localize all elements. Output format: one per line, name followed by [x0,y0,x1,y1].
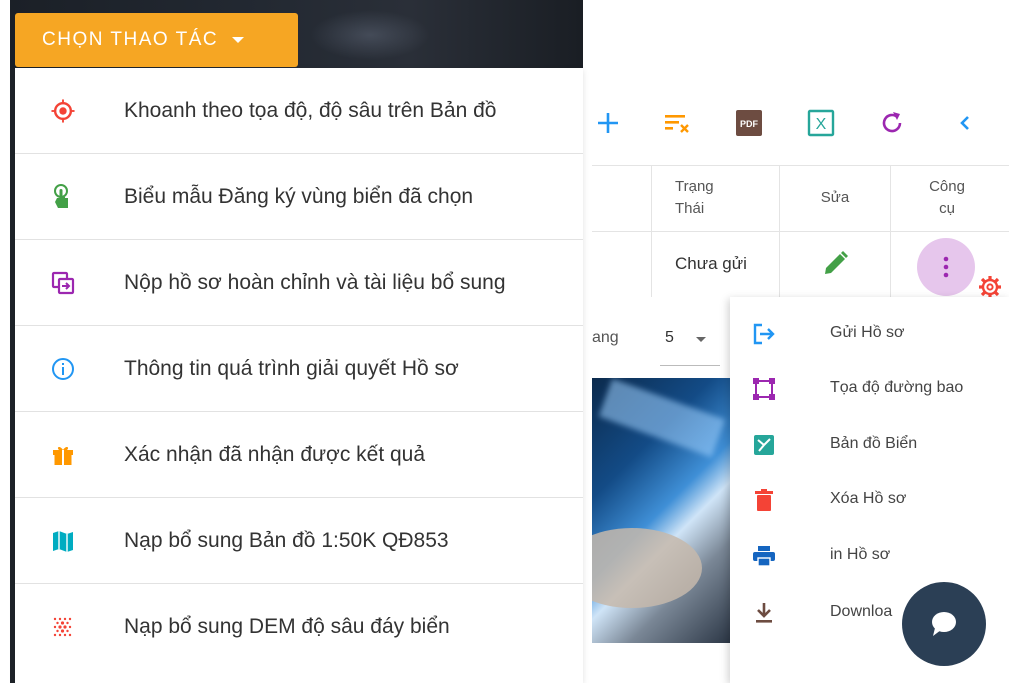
menu-item-process-info[interactable]: Thông tin quá trình giải quyết Hồ sơ [15,326,583,412]
column-header-edit[interactable]: Sửa [805,187,865,209]
menu-item-label: Xóa Hồ sơ [830,490,907,507]
menu-item-load-dem[interactable]: Nạp bổ sung DEM độ sâu đáy biển [15,584,583,670]
menu-item-boundary-coordinates[interactable]: Tọa độ đường bao [730,369,1009,409]
refresh-icon[interactable] [876,107,908,139]
sea-map-icon [752,433,776,457]
menu-item-label: Gửi Hồ sơ [830,324,905,341]
chevron-left-icon[interactable] [949,107,981,139]
menu-item-label: Biểu mẫu Đăng ký vùng biển đã chọn [124,184,474,208]
menu-item-label: Xác nhận đã nhận được kết quả [124,442,426,466]
chat-bubble-icon [932,612,956,636]
menu-item-delete-dossier[interactable]: Xóa Hồ sơ [730,480,1009,520]
choose-action-label: CHỌN THAO TÁC [42,29,219,50]
left-panel: CHỌN THAO TÁC Khoanh theo tọa độ, độ sâu… [0,0,583,683]
polygon-icon [752,377,776,401]
svg-text:X: X [816,116,827,133]
menu-item-label: Thông tin quá trình giải quyết Hồ sơ [124,356,459,380]
rows-per-page-label: ang [592,329,619,346]
banner-image [592,378,730,643]
menu-item-label: Nộp hồ sơ hoàn chỉnh và tài liệu bổ sung [124,270,506,294]
map-icon [51,529,75,553]
table-row: Chưa gửi [592,232,1009,298]
table-toolbar: PDF X [592,93,1009,155]
menu-item-load-map[interactable]: Nạp bổ sung Bản đồ 1:50K QĐ853 [15,498,583,584]
menu-item-send-dossier[interactable]: Gửi Hồ sơ [730,314,1009,354]
gift-icon [51,443,75,467]
menu-item-confirm-result[interactable]: Xác nhận đã nhận được kết quả [15,412,583,498]
menu-item-registration-form[interactable]: Biểu mẫu Đăng ký vùng biển đã chọn [15,154,583,240]
screenshot-canvas: CHỌN THAO TÁC Khoanh theo tọa độ, độ sâu… [0,0,1009,683]
menu-item-label: Khoanh theo tọa độ, độ sâu trên Bản đồ [124,98,497,122]
table-header: Trạng Thái Sửa Công cụ [592,165,1009,232]
menu-item-label: Nạp bổ sung DEM độ sâu đáy biển [124,615,450,638]
trash-icon [752,488,776,512]
page-size-select[interactable]: 5 [665,329,674,347]
menu-item-label: Nạp bổ sung Bản đồ 1:50K QĐ853 [124,528,449,552]
menu-item-submit-dossier[interactable]: Nộp hồ sơ hoàn chỉnh và tài liệu bổ sung [15,240,583,326]
excel-icon[interactable]: X [805,107,837,139]
row-tools-button[interactable] [917,238,975,296]
menu-item-label: Bản đồ Biển [830,435,918,452]
menu-item-print-dossier[interactable]: in Hồ sơ [730,536,1009,576]
svg-text:PDF: PDF [740,119,759,129]
print-icon [752,544,776,568]
menu-item-draw-by-coordinates[interactable]: Khoanh theo tọa độ, độ sâu trên Bản đồ [15,68,583,154]
edit-pencil-icon[interactable] [818,247,852,281]
column-header-tools[interactable]: Công cụ [907,176,987,220]
chat-button[interactable] [902,582,986,666]
menu-item-label: in Hồ sơ [830,546,891,563]
touch-app-icon [51,183,75,209]
action-dropdown-menu: Khoanh theo tọa độ, độ sâu trên Bản đồ B… [15,68,583,683]
choose-action-button[interactable]: CHỌN THAO TÁC [15,13,298,67]
grain-icon [51,615,75,639]
info-icon [51,357,75,381]
menu-item-sea-map[interactable]: Bản đồ Biển [730,425,1009,465]
more-vert-icon [943,256,949,278]
right-panel: PDF X Trạng Thái Sửa Công cụ Chưa gửi an… [592,0,1009,683]
menu-item-label: Tọa độ đường bao [830,379,964,396]
pagination: ang 5 [592,305,732,375]
status-cell: Chưa gửi [675,254,747,273]
caret-down-icon [232,37,245,43]
add-icon[interactable] [592,107,624,139]
pdf-icon[interactable]: PDF [733,107,765,139]
download-icon [752,601,776,625]
column-header-status[interactable]: Trạng Thái [675,176,735,220]
select-underline [660,365,720,366]
clear-filter-icon[interactable] [662,107,694,139]
copy-submit-icon [51,271,75,295]
caret-down-icon[interactable] [696,337,706,342]
target-icon [51,98,75,123]
send-icon [752,322,776,346]
menu-item-label: Downloa [830,603,893,620]
